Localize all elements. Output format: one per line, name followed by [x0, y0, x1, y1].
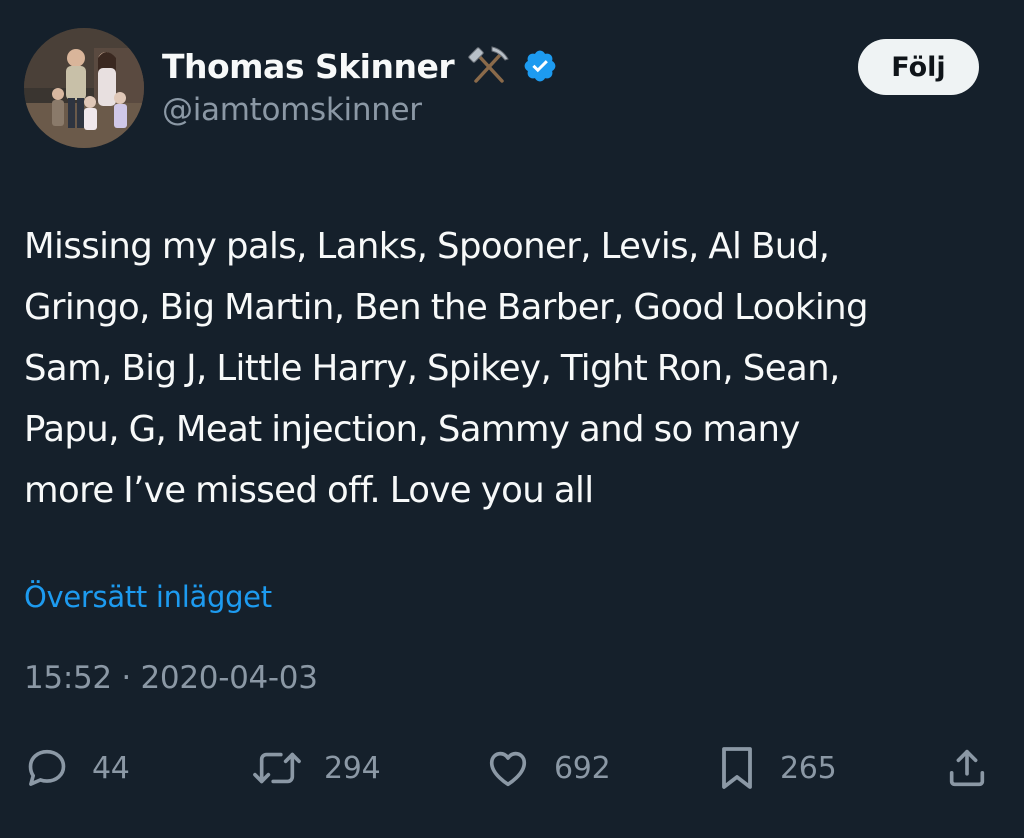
retweet-button[interactable]: 294 — [252, 740, 381, 796]
tweet-text-line: Missing my pals, Lanks, Spooner, Levis, … — [24, 226, 830, 267]
verified-badge-icon[interactable] — [522, 48, 558, 84]
author-handle[interactable]: @iamtomskinner — [162, 92, 422, 128]
tweet-text: Missing my pals, Lanks, Spooner, Levis, … — [24, 216, 1004, 521]
reply-icon — [28, 749, 66, 786]
heart-icon — [489, 751, 527, 787]
tweet-timestamp[interactable]: 15:52 · 2020-04-03 — [24, 660, 318, 696]
avatar[interactable] — [24, 28, 144, 148]
tweet-action-bar: 44 294 692 265 — [0, 740, 1024, 796]
tweet-text-line: Gringo, Big Martin, Ben the Barber, Good… — [24, 287, 869, 328]
tweet-text-line: more I’ve missed off. Love you all — [24, 470, 594, 511]
tweet-card: Thomas Skinner @iamtomskinner Följ Missi… — [0, 0, 1024, 838]
retweet-icon — [253, 752, 301, 784]
like-count: 692 — [554, 750, 611, 786]
retweet-count: 294 — [324, 750, 381, 786]
author-display-name[interactable]: Thomas Skinner — [162, 47, 455, 86]
bookmark-icon — [722, 747, 752, 789]
share-button[interactable] — [944, 740, 990, 796]
author-name-row: Thomas Skinner — [162, 40, 558, 92]
reply-button[interactable]: 44 — [24, 740, 130, 796]
reply-count: 44 — [92, 750, 130, 786]
avatar-photo — [24, 28, 144, 148]
tweet-text-line: Sam, Big J, Little Harry, Spikey, Tight … — [24, 348, 840, 389]
hammer-and-pick-icon — [466, 43, 512, 89]
translate-post-link[interactable]: Översätt inlägget — [24, 580, 272, 614]
bookmark-button[interactable]: 265 — [716, 740, 837, 796]
tweet-text-line: Papu, G, Meat injection, Sammy and so ma… — [24, 409, 800, 450]
follow-button[interactable]: Följ — [858, 39, 979, 95]
like-button[interactable]: 692 — [484, 740, 611, 796]
bookmark-count: 265 — [780, 750, 837, 786]
share-icon — [949, 749, 985, 787]
